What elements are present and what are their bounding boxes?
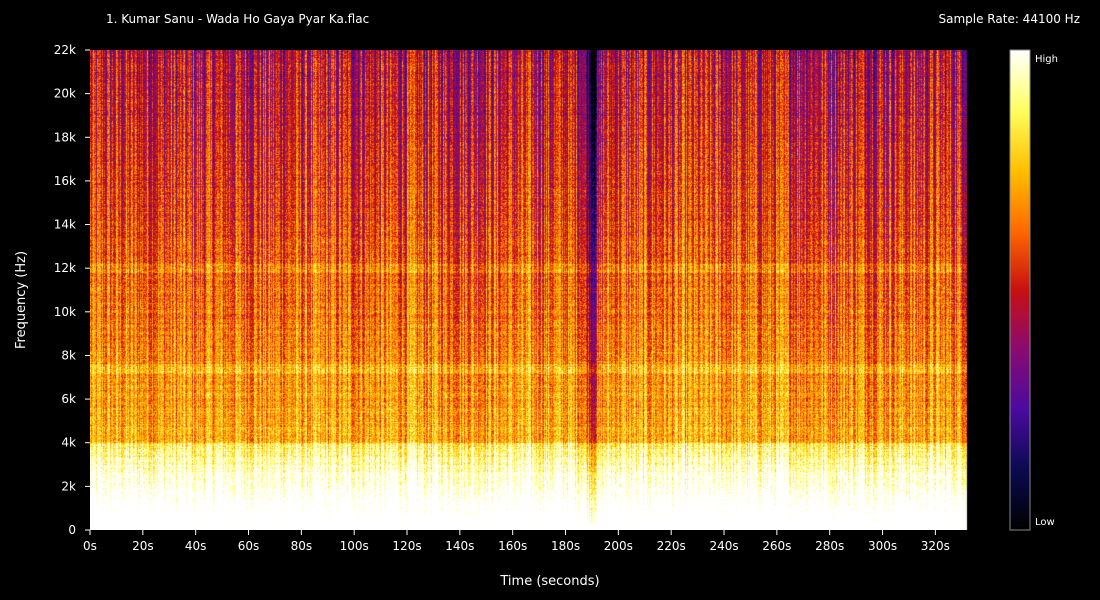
y-tick-label: 14k — [54, 218, 76, 232]
y-tick-label: 20k — [54, 87, 76, 101]
x-tick-label: 20s — [132, 539, 154, 553]
x-tick-label: 180s — [551, 539, 580, 553]
colorbar: High Low — [1009, 49, 1058, 531]
x-tick-label: 140s — [445, 539, 474, 553]
y-tick-label: 2k — [61, 479, 76, 493]
x-tick-label: 0s — [83, 539, 97, 553]
x-tick-label: 300s — [868, 539, 897, 553]
y-tick-label: 4k — [61, 436, 76, 450]
colorbar-high-label: High — [1035, 54, 1058, 65]
x-tick-label: 120s — [392, 539, 421, 553]
colorbar-low-label: Low — [1035, 517, 1055, 528]
x-tick-label: 80s — [291, 539, 313, 553]
y-tick-label: 8k — [61, 348, 76, 362]
y-tick-label: 12k — [54, 261, 76, 275]
y-tick-label: 18k — [54, 130, 76, 144]
x-axis: 0s 20s 40s 60s 80s 100s 120s 140s 160s 180s 200s 22… — [83, 530, 950, 553]
spectrogram-chart: 0s 20s 40s 60s 80s 100s 120s 140s 160s 180s 200s 22… — [14, 43, 1058, 589]
x-tick-label: 260s — [762, 539, 791, 553]
y-tick-label: 0 — [68, 523, 76, 537]
x-tick-label: 160s — [498, 539, 527, 553]
x-tick-label: 100s — [340, 539, 369, 553]
y-tick-label: 16k — [54, 174, 76, 188]
x-tick-label: 240s — [709, 539, 738, 553]
x-tick-label: 200s — [604, 539, 633, 553]
colorbar-gradient — [1009, 49, 1031, 531]
y-tick-label: 6k — [61, 392, 76, 406]
x-tick-label: 60s — [238, 539, 260, 553]
y-tick-label: 22k — [54, 43, 76, 57]
x-tick-label: 220s — [657, 539, 686, 553]
x-tick-label: 320s — [921, 539, 950, 553]
x-axis-title: Time (seconds) — [499, 574, 599, 589]
x-tick-label: 280s — [815, 539, 844, 553]
y-tick-label: 10k — [54, 305, 76, 319]
x-tick-label: 40s — [185, 539, 207, 553]
y-axis-title: Frequency (Hz) — [14, 251, 29, 349]
y-axis: 0 2k 4k 6k 8k 10k 12k 14k 16k 18k 20k 22k — [54, 43, 90, 537]
